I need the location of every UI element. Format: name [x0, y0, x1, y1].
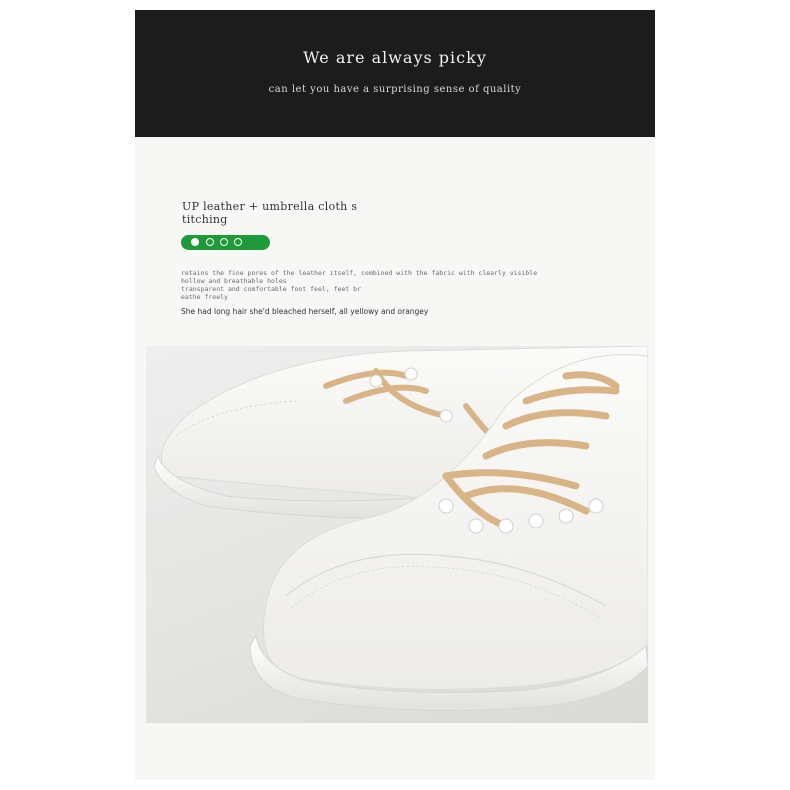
- description-line: eathe freely: [181, 293, 228, 301]
- feature-title-line-1: UP leather + umbrella cloth s: [182, 200, 358, 213]
- feature-title-line-2: titching: [182, 213, 228, 226]
- pager-dot[interactable]: [220, 238, 228, 246]
- header-banner: We are always picky can let you have a s…: [135, 10, 655, 137]
- pager-dot[interactable]: [234, 238, 242, 246]
- feature-pager: [181, 235, 270, 250]
- feature-description: retains the fine pores of the leather it…: [181, 269, 561, 301]
- feature-title: UP leather + umbrella cloth s titching: [182, 200, 382, 226]
- pager-dot[interactable]: [206, 238, 214, 246]
- description-line: transparent and comfortable foot feel, f…: [181, 285, 362, 293]
- banner-title: We are always picky: [303, 48, 487, 67]
- description-line: retains the fine pores of the leather it…: [181, 269, 538, 277]
- product-page: We are always picky can let you have a s…: [135, 10, 655, 780]
- sneakers-illustration: [153, 346, 648, 711]
- feature-extra-text: She had long hair she'd bleached herself…: [181, 307, 429, 316]
- description-line: hollow and breathable holes: [181, 277, 287, 285]
- pager-dot-active[interactable]: [191, 238, 199, 246]
- banner-subtitle: can let you have a surprising sense of q…: [268, 84, 522, 95]
- product-photo: [146, 346, 648, 723]
